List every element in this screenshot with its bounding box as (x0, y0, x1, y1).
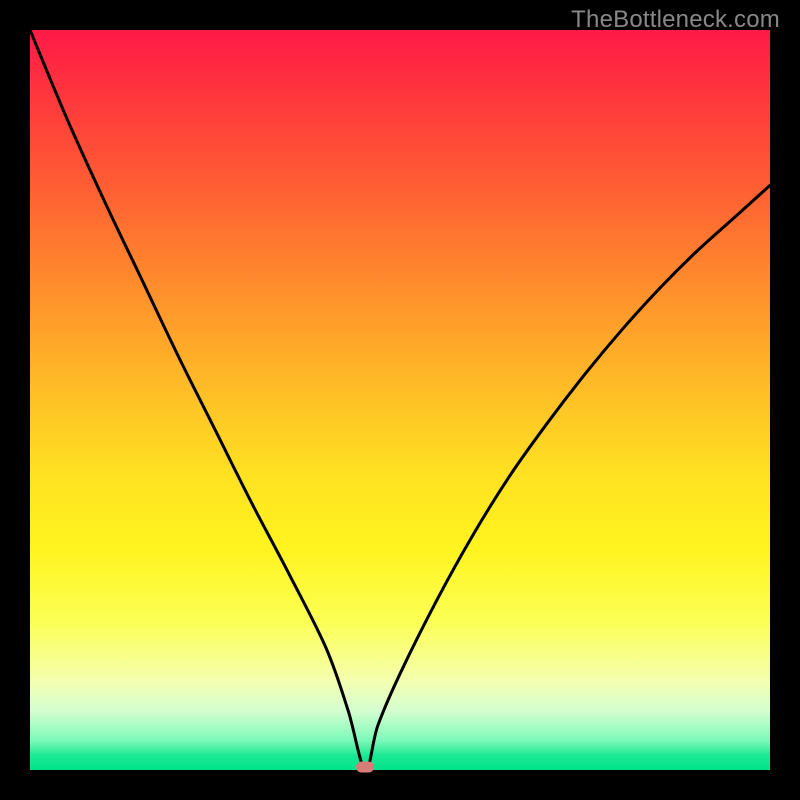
bottleneck-curve (30, 30, 770, 770)
chart-frame: TheBottleneck.com (0, 0, 800, 800)
minimum-marker (356, 762, 374, 773)
plot-area (30, 30, 770, 770)
